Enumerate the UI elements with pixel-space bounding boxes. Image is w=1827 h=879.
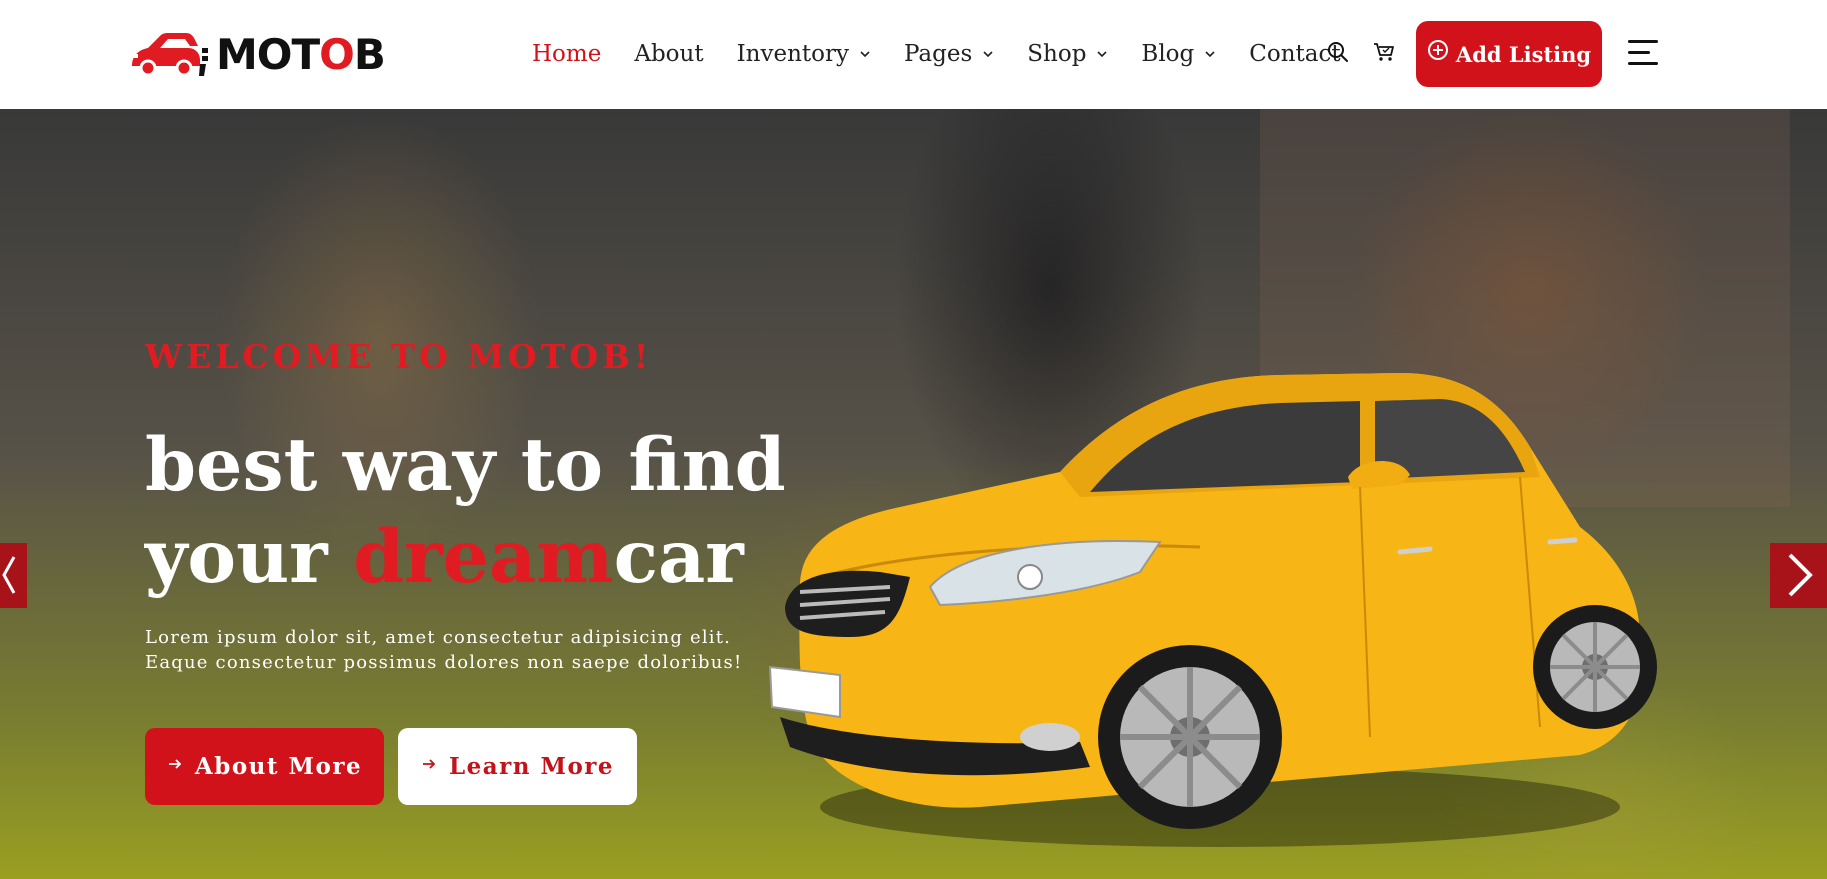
headline-line-1: best way to find — [145, 422, 786, 508]
chevron-down-icon — [1205, 51, 1215, 58]
search-icon — [1328, 42, 1348, 62]
headline-highlight: dream — [353, 514, 614, 600]
chevron-down-icon — [983, 51, 993, 58]
nav-item-about[interactable]: About — [634, 41, 703, 67]
about-more-button[interactable]: About More — [145, 728, 384, 805]
chevron-left-icon — [2, 556, 16, 594]
brand-name: MOTOB — [216, 29, 386, 79]
brand-logo[interactable]: MOTOB — [128, 26, 386, 82]
hero-description: Lorem ipsum dolor sit, amet consectetur … — [145, 627, 743, 673]
yellow-car-image — [768, 373, 1657, 847]
plus-circle-icon — [1427, 40, 1448, 60]
headline-line-2-end: car — [613, 514, 744, 600]
search-button[interactable] — [1326, 40, 1350, 64]
arrow-right-icon — [422, 758, 436, 769]
slider-next-button[interactable] — [1770, 543, 1827, 608]
hamburger-menu-icon — [1628, 40, 1658, 43]
cart-icon — [1374, 43, 1394, 61]
cart-button[interactable] — [1372, 40, 1396, 64]
learn-more-button[interactable]: Learn More — [398, 728, 637, 805]
main-nav: Home About Inventory Pages Shop Blog Con… — [532, 34, 1374, 74]
chevron-down-icon — [860, 51, 870, 58]
slider-prev-button[interactable] — [0, 543, 27, 608]
headline-line-2-start: your — [145, 514, 354, 600]
hero-headline: best way to find your dreamcar — [145, 419, 786, 603]
car-logo-icon — [128, 33, 208, 77]
hero-slider: WELCOME TO MOTOB! best way to find your … — [0, 109, 1827, 879]
nav-item-shop[interactable]: Shop — [1027, 41, 1108, 67]
hamburger-menu-button[interactable] — [1628, 40, 1662, 68]
add-listing-label: Add Listing — [1455, 41, 1592, 67]
nav-item-home[interactable]: Home — [532, 41, 601, 67]
site-header: MOTOB Home About Inventory Pages Shop Bl… — [0, 0, 1827, 109]
hero-welcome-text: WELCOME TO MOTOB! — [145, 337, 653, 376]
add-listing-button[interactable]: Add Listing — [1416, 21, 1602, 87]
chevron-down-icon — [1097, 51, 1107, 58]
chevron-right-icon — [1788, 553, 1813, 597]
nav-item-inventory[interactable]: Inventory — [737, 41, 871, 67]
arrow-right-icon — [168, 758, 182, 769]
nav-item-blog[interactable]: Blog — [1141, 41, 1216, 67]
nav-item-pages[interactable]: Pages — [904, 41, 994, 67]
